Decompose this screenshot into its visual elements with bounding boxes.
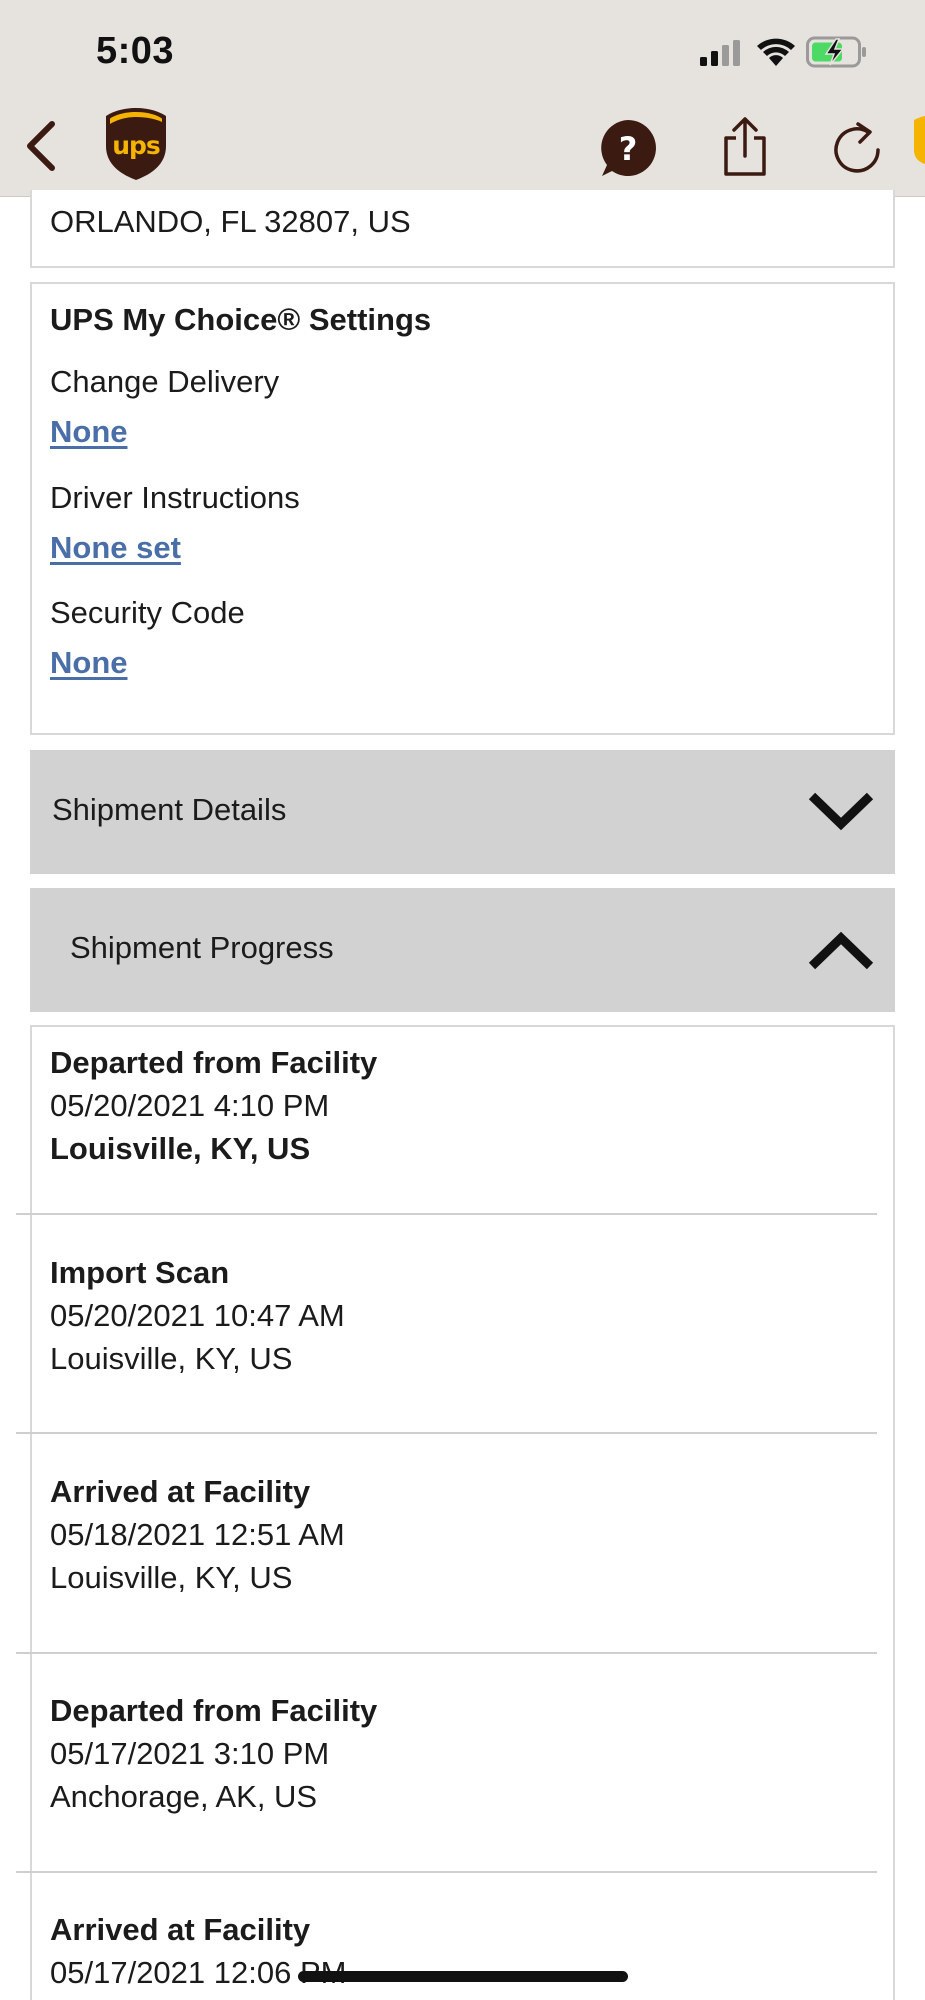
app-header: 5:03 ups ?: [0, 0, 925, 197]
change-delivery-label: Change Delivery: [50, 364, 280, 399]
progress-event: Departed from Facility 05/20/2021 4:10 P…: [50, 1041, 377, 1170]
event-status: Arrived at Facility: [50, 1474, 311, 1509]
ups-logo-partial-icon: [914, 116, 925, 164]
shipment-details-label: Shipment Details: [52, 792, 287, 827]
driver-instructions-link[interactable]: None set: [50, 530, 181, 566]
security-code-label: Security Code: [50, 595, 245, 630]
event-location: Louisville, KY, US: [50, 1560, 293, 1595]
event-location: Louisville, KY, US: [50, 1131, 311, 1166]
event-status: Departed from Facility: [50, 1693, 378, 1728]
ups-logo-text: ups: [112, 131, 160, 160]
event-status: Import Scan: [50, 1255, 230, 1290]
progress-event: Import Scan 05/20/2021 10:47 AM Louisvil…: [50, 1251, 345, 1380]
progress-event: Departed from Facility 05/17/2021 3:10 P…: [50, 1689, 377, 1818]
event-datetime: 05/20/2021 4:10 PM: [50, 1088, 330, 1123]
my-choice-settings-card: UPS My Choice® Settings Change Delivery …: [30, 282, 895, 735]
security-code-link[interactable]: None: [50, 645, 128, 681]
chevron-up-icon: [808, 931, 874, 970]
help-icon[interactable]: ?: [598, 118, 658, 178]
back-chevron-icon[interactable]: [22, 118, 62, 174]
event-status: Arrived at Facility: [50, 1912, 311, 1947]
progress-event: Arrived at Facility 05/18/2021 12:51 AM …: [50, 1470, 345, 1599]
share-icon[interactable]: [716, 116, 774, 178]
my-choice-title: UPS My Choice® Settings: [50, 302, 432, 337]
battery-charging-icon: [806, 36, 866, 68]
event-location: Anchorage, AK, US: [50, 1779, 318, 1814]
event-datetime: 05/20/2021 10:47 AM: [50, 1298, 345, 1333]
cellular-signal-icon: [700, 40, 740, 66]
home-indicator[interactable]: [298, 1971, 628, 1982]
delivery-address: ORLANDO, FL 32807, US: [50, 204, 411, 239]
shipment-progress-label: Shipment Progress: [70, 930, 334, 965]
event-datetime: 05/18/2021 12:51 AM: [50, 1517, 345, 1552]
refresh-icon[interactable]: [828, 118, 886, 178]
chevron-down-icon: [808, 792, 874, 831]
shipment-progress-toggle[interactable]: Shipment Progress: [30, 888, 895, 1012]
delivery-address-card: ORLANDO, FL 32807, US: [30, 190, 895, 268]
svg-text:?: ?: [619, 130, 638, 168]
change-delivery-link[interactable]: None: [50, 414, 128, 450]
event-location: Louisville, KY, US: [50, 1341, 293, 1376]
event-status: Departed from Facility: [50, 1045, 378, 1080]
driver-instructions-label: Driver Instructions: [50, 480, 300, 515]
event-datetime: 05/17/2021 3:10 PM: [50, 1736, 330, 1771]
ups-logo-icon[interactable]: ups: [104, 106, 168, 182]
event-divider: [16, 1652, 877, 1654]
status-time: 5:03: [96, 30, 175, 72]
shipment-progress-list: Departed from Facility 05/20/2021 4:10 P…: [16, 1025, 895, 2000]
event-divider: [16, 1871, 877, 1873]
event-divider: [16, 1213, 877, 1215]
event-divider: [16, 1432, 877, 1434]
shipment-details-toggle[interactable]: Shipment Details: [30, 750, 895, 874]
wifi-icon: [757, 38, 795, 66]
